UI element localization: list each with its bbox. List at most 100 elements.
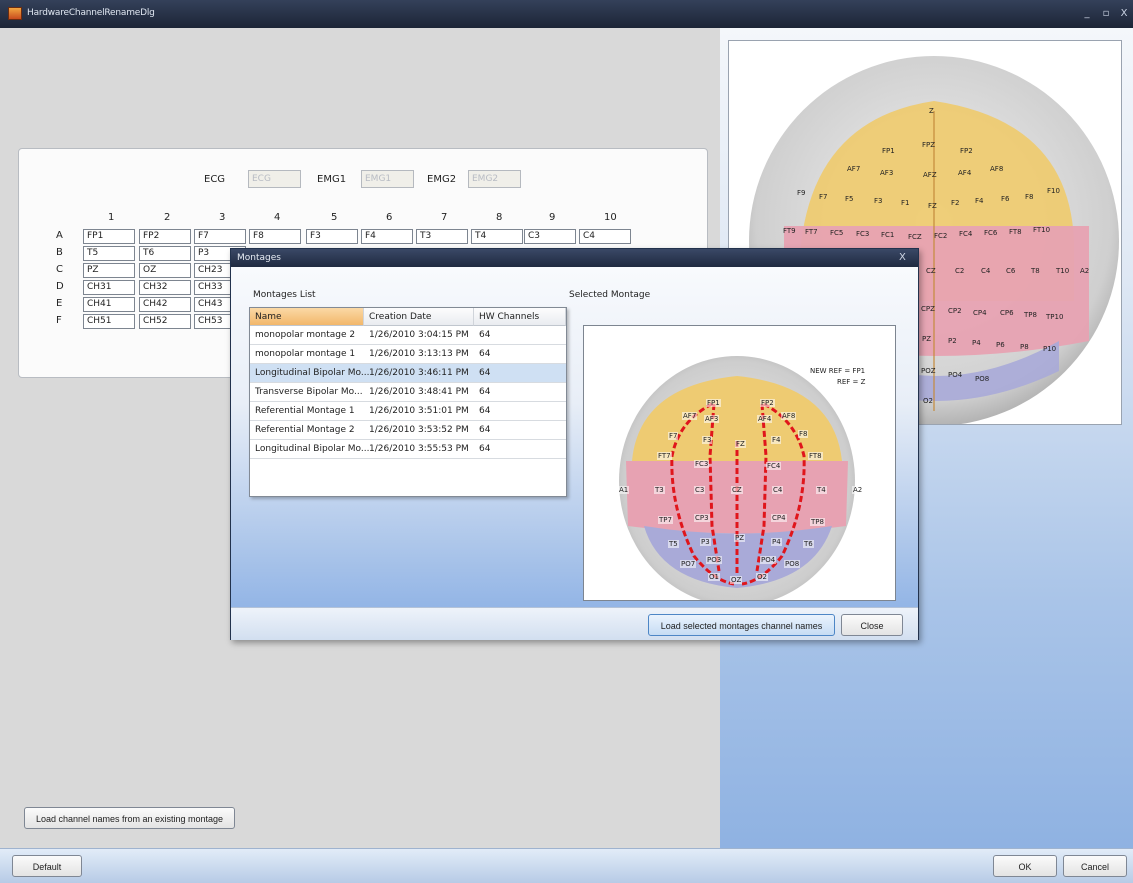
row-label: D [56, 281, 64, 292]
channel-name-field[interactable]: CH52 [139, 314, 191, 329]
electrode-label: FP1 [882, 147, 895, 155]
montage-electrode-label: PZ [734, 534, 746, 542]
electrode-label: F5 [845, 195, 854, 203]
electrode-label: FT8 [1009, 228, 1022, 236]
montage-row[interactable]: Referential Montage 1 1/26/2010 3:51:01 P… [250, 402, 566, 421]
close-window-button[interactable]: X [1117, 8, 1131, 20]
electrode-label: PO8 [975, 375, 990, 383]
montage-electrode-label: F8 [798, 430, 809, 438]
montage-row[interactable]: Longitudinal Bipolar Mo... 1/26/2010 3:55… [250, 440, 566, 459]
row-label: B [56, 247, 63, 258]
montage-electrode-label: T3 [654, 486, 665, 494]
app-icon [8, 7, 22, 20]
column-header-name[interactable]: Name [250, 308, 364, 326]
row-label: E [56, 298, 63, 309]
montage-row[interactable]: Transverse Bipolar Mo... 1/26/2010 3:48:4… [250, 383, 566, 402]
channel-name-field[interactable]: F4 [361, 229, 413, 244]
electrode-label: P4 [972, 339, 981, 347]
electrode-label: P10 [1043, 345, 1057, 353]
electrode-label: CP6 [1000, 309, 1014, 317]
column-number: 7 [441, 212, 448, 223]
minimize-button[interactable]: _ [1080, 8, 1094, 20]
montage-electrode-label: AF7 [682, 412, 698, 420]
load-from-existing-montage-button[interactable]: Load channel names from an existing mont… [24, 807, 235, 829]
channel-name-field[interactable]: T4 [471, 229, 523, 244]
montage-row[interactable]: Longitudinal Bipolar Mo... 1/26/2010 3:46… [250, 364, 566, 383]
electrode-label: T8 [1031, 267, 1040, 275]
electrode-label: C6 [1006, 267, 1016, 275]
channel-name-field[interactable]: CH31 [83, 280, 135, 295]
electrode-label: TP8 [1024, 311, 1037, 319]
ok-button[interactable]: OK [993, 855, 1057, 877]
montage-electrode-label: AF3 [704, 415, 720, 423]
montage-row[interactable]: monopolar montage 1 1/26/2010 3:13:13 PM 6… [250, 345, 566, 364]
montage-name: Longitudinal Bipolar Mo... [255, 444, 370, 454]
channel-name-field[interactable]: T6 [139, 246, 191, 261]
montage-name: Referential Montage 2 [255, 425, 355, 435]
channel-name-field[interactable]: C4 [579, 229, 631, 244]
row-label: A [56, 230, 63, 241]
montage-electrode-label: A2 [852, 486, 864, 494]
electrode-label: AF4 [958, 169, 972, 177]
column-number: 10 [604, 212, 617, 223]
electrode-label: CP4 [973, 309, 987, 317]
montage-row[interactable]: monopolar montage 2 1/26/2010 3:04:15 PM 6… [250, 326, 566, 345]
montage-electrode-label: CP4 [771, 514, 787, 522]
electrode-label: CZ [926, 267, 936, 275]
channel-name-field[interactable]: T3 [416, 229, 468, 244]
channel-name-field[interactable]: F8 [249, 229, 301, 244]
electrode-label: F1 [901, 199, 910, 207]
dialog-close-icon[interactable]: X [899, 252, 906, 263]
electrode-label: T10 [1056, 267, 1070, 275]
default-button[interactable]: Default [12, 855, 82, 877]
montage-date: 1/26/2010 3:55:53 PM [369, 444, 469, 454]
electrode-label: P2 [948, 337, 957, 345]
electrode-label: C4 [981, 267, 991, 275]
montage-row[interactable]: Referential Montage 2 1/26/2010 3:53:52 P… [250, 421, 566, 440]
channel-name-field[interactable]: FP1 [83, 229, 135, 244]
channel-name-field[interactable]: C3 [524, 229, 576, 244]
column-header-hw-channels[interactable]: HW Channels [474, 308, 566, 326]
column-number: 3 [219, 212, 226, 223]
electrode-label: AF3 [880, 169, 894, 177]
montages-list[interactable]: Name Creation Date HW Channels monopolar… [249, 307, 567, 497]
montage-electrode-label: TP8 [810, 518, 825, 526]
montage-electrode-label: C4 [772, 486, 784, 494]
channel-name-field[interactable]: OZ [139, 263, 191, 278]
channel-name-field[interactable]: CH42 [139, 297, 191, 312]
emg1-field: EMG1 [361, 170, 414, 188]
montage-name: monopolar montage 2 [255, 330, 356, 340]
channel-name-field[interactable]: F3 [306, 229, 358, 244]
channel-name-field[interactable]: PZ [83, 263, 135, 278]
montage-electrode-label: TP7 [658, 516, 673, 524]
montage-electrode-label: FT8 [808, 452, 823, 460]
load-selected-montage-button[interactable]: Load selected montages channel names [648, 614, 835, 636]
montage-electrode-label: F3 [702, 436, 713, 444]
montage-electrode-label: AF4 [757, 415, 773, 423]
montage-electrode-label: O2 [756, 573, 768, 581]
electrode-label: FZ [928, 202, 937, 210]
dialog-title: Montages [237, 253, 281, 263]
column-number: 2 [164, 212, 171, 223]
column-header-creation-date[interactable]: Creation Date [364, 308, 474, 326]
dialog-close-button[interactable]: Close [841, 614, 903, 636]
channel-name-field[interactable]: CH41 [83, 297, 135, 312]
channel-name-field[interactable]: CH51 [83, 314, 135, 329]
channel-name-field[interactable]: CH32 [139, 280, 191, 295]
channel-name-field[interactable]: FP2 [139, 229, 191, 244]
electrode-label: FT10 [1033, 226, 1051, 234]
montage-date: 1/26/2010 3:48:41 PM [369, 387, 469, 397]
electrode-label: AF7 [847, 165, 861, 173]
channel-name-field[interactable]: F7 [194, 229, 246, 244]
window-title: HardwareChannelRenameDlg [27, 8, 155, 18]
electrode-label: C2 [955, 267, 965, 275]
electrode-label: POZ [921, 367, 936, 375]
restore-button[interactable]: ▫ [1099, 8, 1113, 20]
electrode-label: FC2 [934, 232, 948, 240]
channel-name-field[interactable]: T5 [83, 246, 135, 261]
montage-channels: 64 [479, 406, 491, 416]
montage-date: 1/26/2010 3:13:13 PM [369, 349, 469, 359]
montage-electrode-label: AF8 [781, 412, 797, 420]
cancel-button[interactable]: Cancel [1063, 855, 1127, 877]
montage-channels: 64 [479, 425, 491, 435]
